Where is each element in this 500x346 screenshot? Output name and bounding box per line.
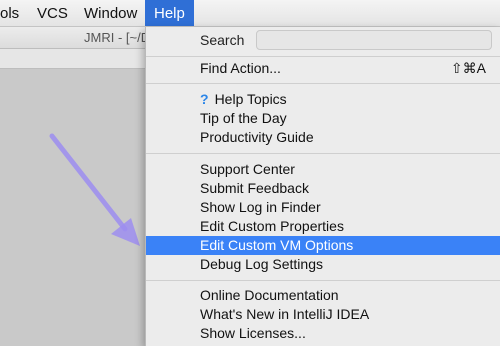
menu-item-debug-log-settings[interactable]: Debug Log Settings	[146, 255, 500, 274]
menu-item-find-action[interactable]: Find Action... ⇧⌘A	[146, 59, 500, 78]
menu-item-help-topics[interactable]: ? Help Topics	[146, 90, 500, 109]
help-menu-dropdown: Search Find Action... ⇧⌘A ? Help Topics T…	[145, 27, 500, 346]
menu-item-label: Find Action...	[200, 60, 281, 76]
menu-item-support-center[interactable]: Support Center	[146, 160, 500, 179]
search-label: Search	[200, 32, 245, 48]
menu-separator	[146, 83, 500, 84]
menu-separator	[146, 56, 500, 57]
menu-item-show-licenses[interactable]: Show Licenses...	[146, 324, 500, 343]
search-input[interactable]	[256, 30, 492, 50]
question-mark-icon: ?	[200, 91, 209, 107]
menu-item-tip-of-the-day[interactable]: Tip of the Day	[146, 109, 500, 128]
menu-item-submit-feedback[interactable]: Submit Feedback	[146, 179, 500, 198]
menu-item-online-documentation[interactable]: Online Documentation	[146, 286, 500, 305]
menu-search-row: Search	[146, 27, 500, 53]
menu-item-productivity-guide[interactable]: Productivity Guide	[146, 128, 500, 147]
menu-item-edit-custom-properties[interactable]: Edit Custom Properties	[146, 217, 500, 236]
menu-item-whats-new[interactable]: What's New in IntelliJ IDEA	[146, 305, 500, 324]
menu-item-edit-custom-vm-options[interactable]: Edit Custom VM Options	[146, 236, 500, 255]
menu-separator	[146, 280, 500, 281]
menu-item-label: Help Topics	[214, 91, 287, 107]
shortcut-label: ⇧⌘A	[450, 60, 486, 76]
menu-separator	[146, 153, 500, 154]
menu-item-show-log[interactable]: Show Log in Finder	[146, 198, 500, 217]
